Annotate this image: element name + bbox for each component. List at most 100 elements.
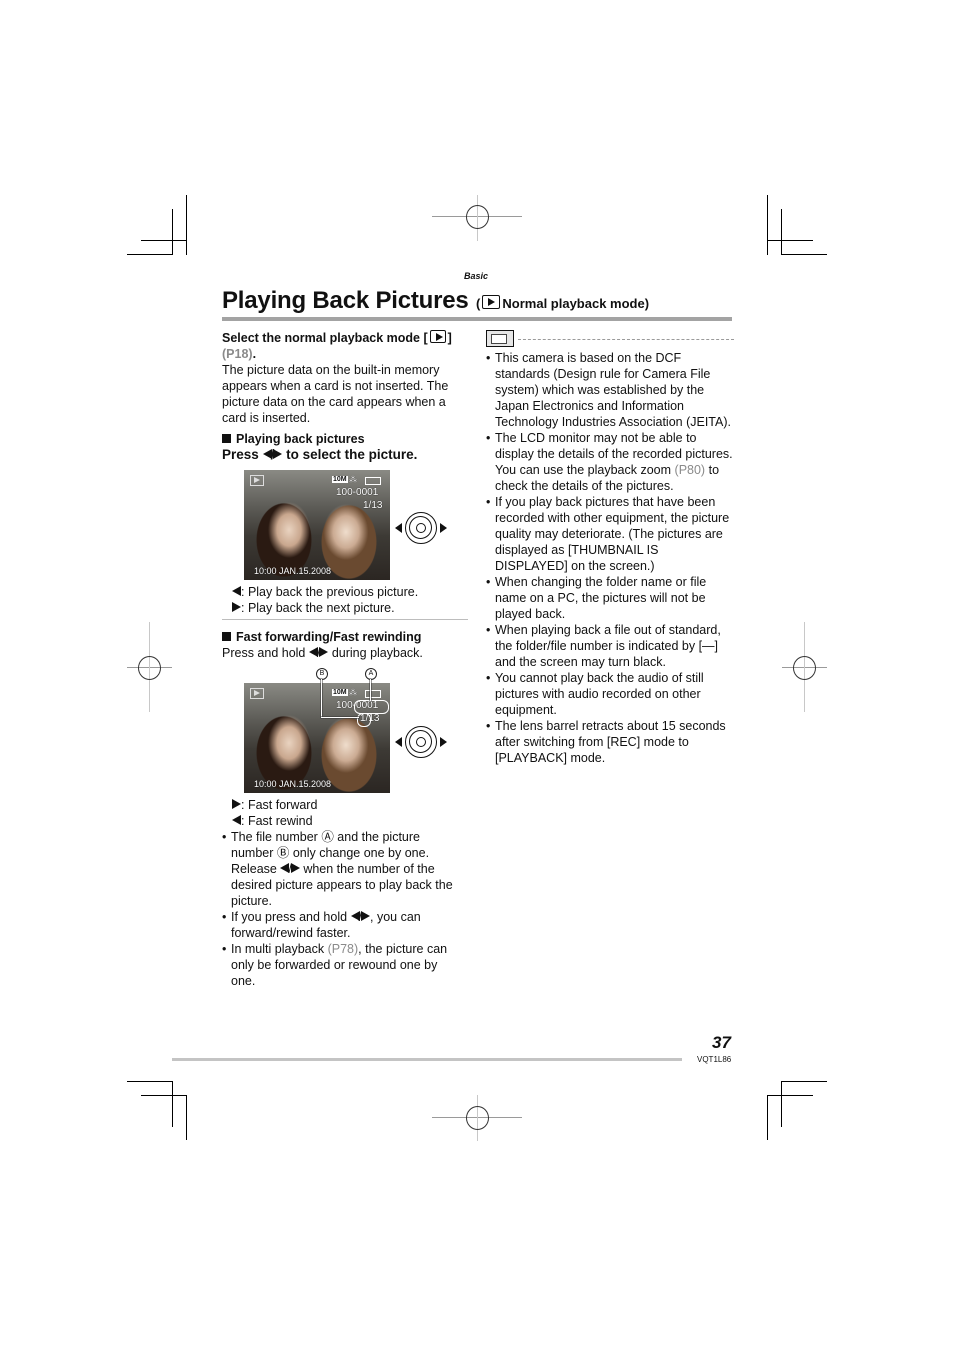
footer-rule <box>172 1058 682 1061</box>
legend-text: : Play back the next picture. <box>241 601 395 615</box>
page-subtitle: ( Normal playback mode) <box>476 295 650 311</box>
camera-screen-1: 10M ⁂ 100-0001 1/13 10:00 JAN.15.2008 <box>244 470 390 580</box>
legend-item-prev: : Play back the previous picture. <box>232 584 478 600</box>
fast-heading-text: Fast forwarding/Fast rewinding <box>236 630 422 644</box>
square-bullet-icon <box>222 434 231 443</box>
quality-icon: ⁂ <box>349 475 357 484</box>
right-arrow-icon <box>273 449 283 459</box>
file-number: 100-0001 <box>336 487 379 498</box>
left-arrow-icon <box>232 586 241 596</box>
picture-number: 1/13 <box>363 500 383 511</box>
crop-mark <box>767 240 813 241</box>
playing-back-legend: : Play back the previous picture. : Play… <box>232 584 478 616</box>
file-number-highlight <box>354 700 389 714</box>
crop-mark <box>141 240 187 241</box>
playback-mode-icon <box>429 330 446 343</box>
left-arrow-icon <box>232 815 241 825</box>
right-arrow-icon <box>290 863 300 873</box>
fast-instruction: Press and hold / during playback. <box>222 646 423 660</box>
legend-item-next: : Play back the next picture. <box>232 600 478 616</box>
battery-icon <box>365 690 381 698</box>
intro-heading: Select the normal playback mode [] <box>222 330 468 346</box>
fast-notes: The file number Ⓐ and the picture number… <box>222 829 462 989</box>
callout-b-leader <box>321 679 322 717</box>
legend-text: : Fast rewind <box>241 814 313 828</box>
resolution-badge: 10M <box>332 476 348 483</box>
section-label: Basic <box>464 271 489 281</box>
crop-mark <box>186 195 187 255</box>
list-item: In multi playback (P78), the picture can… <box>222 941 462 989</box>
legend-text: : Fast forward <box>241 798 318 812</box>
left-arrow-icon <box>395 737 402 747</box>
intro-heading-text: Select the normal playback mode [ <box>222 331 428 345</box>
page-title-text: Playing Back Pictures <box>222 287 469 314</box>
instruction-suffix: to select the picture. <box>286 447 418 462</box>
instruction-prefix: Press and hold <box>222 646 306 660</box>
crop-mark <box>781 1081 782 1127</box>
resolution-badge: 10M <box>332 689 348 696</box>
camera-screen-2: 10M ⁂ 100-0001 1/13 10:00 JAN.15.2008 <box>244 683 390 793</box>
paren-open: ( <box>476 296 481 311</box>
page-ref-p80[interactable]: (P80) <box>675 463 706 477</box>
right-arrow-icon <box>232 602 241 612</box>
callout-b-leader <box>321 717 359 718</box>
callout-a-leader <box>370 679 371 701</box>
callout-a: A <box>365 668 377 680</box>
intro-block: Select the normal playback mode [] (P18)… <box>222 330 468 426</box>
crop-mark <box>172 1081 173 1127</box>
section-divider <box>222 619 468 620</box>
square-bullet-icon <box>222 632 231 641</box>
playing-back-heading-text: Playing back pictures <box>236 432 365 446</box>
notes-icon <box>486 330 514 347</box>
crop-mark <box>767 1095 813 1096</box>
battery-icon <box>365 477 381 485</box>
list-item: If you press and hold /, you can forward… <box>222 909 462 941</box>
list-item: When playing back a file out of standard… <box>486 622 734 670</box>
right-arrow-icon <box>232 799 241 809</box>
intro-body: The picture data on the built-in memory … <box>222 363 449 425</box>
playback-osd-icon <box>250 475 264 486</box>
list-item: You cannot play back the audio of still … <box>486 670 734 718</box>
legend-text: : Play back the previous picture. <box>241 585 419 599</box>
page-title: Playing Back Pictures ( Normal playback m… <box>222 287 649 315</box>
right-arrow-icon <box>440 737 447 747</box>
crop-mark <box>127 1081 173 1082</box>
intro-heading-close: ] <box>447 331 452 345</box>
crop-mark <box>781 1081 827 1082</box>
crop-mark <box>127 254 173 255</box>
playing-back-heading: Playing back pictures <box>222 431 468 447</box>
legend-item-forward: : Fast forward <box>232 797 478 813</box>
list-item: This camera is based on the DCF standard… <box>486 350 734 430</box>
playing-back-instruction: Press / to select the picture. <box>222 447 418 462</box>
playback-mode-icon <box>482 295 501 309</box>
date-time: 10:00 JAN.15.2008 <box>254 779 332 789</box>
period: . <box>252 347 257 361</box>
crop-mark <box>781 209 782 255</box>
model-code: VQT1L86 <box>697 1055 732 1064</box>
date-time: 10:00 JAN.15.2008 <box>254 566 332 576</box>
page-ref-p18[interactable]: (P18) <box>222 347 253 361</box>
list-item: The LCD monitor may not be able to displ… <box>486 430 734 494</box>
cursor-dial-icon <box>405 512 437 544</box>
fast-legend: : Fast forward : Fast rewind <box>232 797 478 829</box>
fast-heading: Fast forwarding/Fast rewinding <box>222 629 468 645</box>
crop-mark <box>767 195 768 255</box>
picture-number-highlight <box>357 713 371 727</box>
crop-mark <box>172 209 173 255</box>
right-arrow-icon <box>319 647 329 657</box>
page-ref-p78[interactable]: (P78) <box>328 942 359 956</box>
note-text: In multi playback <box>231 942 325 956</box>
right-arrow-icon <box>440 523 447 533</box>
playback-mode-label: Normal playback mode) <box>502 296 650 311</box>
quality-icon: ⁂ <box>349 688 357 697</box>
instruction-prefix: Press <box>222 447 259 462</box>
callout-b: B <box>316 668 328 680</box>
list-item: If you play back pictures that have been… <box>486 494 734 574</box>
title-rule <box>222 317 732 321</box>
crop-mark <box>186 1095 187 1140</box>
notes-list: This camera is based on the DCF standard… <box>486 350 734 766</box>
cursor-dial-icon <box>405 726 437 758</box>
playback-osd-icon <box>250 688 264 699</box>
legend-item-rewind: : Fast rewind <box>232 813 478 829</box>
list-item: The file number Ⓐ and the picture number… <box>222 829 462 909</box>
